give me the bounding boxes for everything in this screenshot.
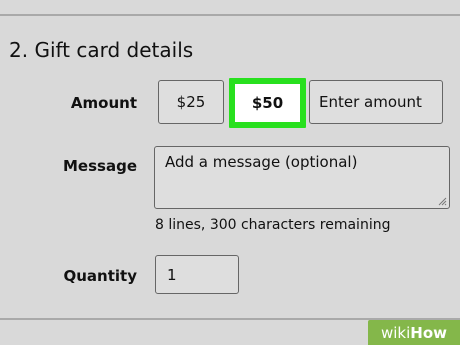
quantity-input[interactable]: 1 [155, 255, 239, 294]
message-placeholder: Add a message (optional) [165, 153, 358, 171]
top-divider [0, 14, 460, 16]
section-title: 2. Gift card details [9, 38, 194, 62]
wikihow-watermark: wiki How [368, 320, 460, 345]
custom-amount-input[interactable]: Enter amount [309, 80, 443, 124]
message-label: Message [63, 157, 137, 175]
watermark-wiki: wiki [380, 323, 411, 342]
quantity-label: Quantity [63, 267, 138, 285]
amount-label: Amount [70, 94, 137, 112]
watermark-how: How [410, 323, 447, 342]
message-textarea[interactable]: Add a message (optional) [154, 146, 450, 209]
amount-50-button[interactable]: $50 [235, 84, 300, 122]
resize-grip-icon[interactable] [438, 197, 447, 206]
message-counter: 8 lines, 300 characters remaining [155, 217, 391, 233]
amount-25-button[interactable]: $25 [158, 80, 224, 124]
